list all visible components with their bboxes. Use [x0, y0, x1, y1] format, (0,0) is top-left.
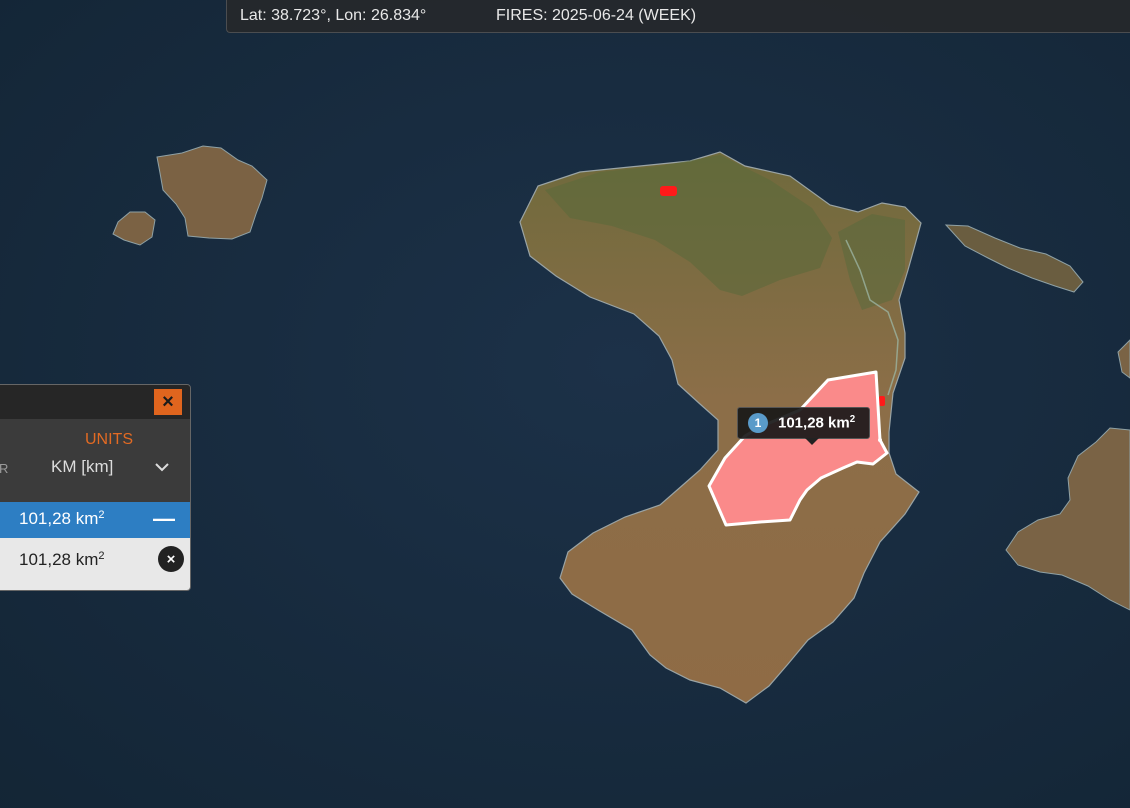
minus-icon[interactable]: — — [153, 506, 175, 532]
measure-tooltip: 1 101,28 km2 — [737, 407, 871, 445]
burn-area-vertex[interactable] — [878, 438, 882, 442]
status-bar: Lat: 38.723°, Lon: 26.834° FIRES: 2025-0… — [226, 0, 1130, 33]
measure-total-label: 101,28 km2 — [19, 509, 105, 529]
measure-index-badge: 1 — [748, 413, 768, 433]
measure-item-label: 101,28 km2 — [19, 550, 105, 570]
measure-area-label: 101,28 km2 — [778, 414, 855, 431]
close-circle-icon[interactable]: × — [158, 546, 184, 572]
measure-item-row[interactable]: 101,28 km2 × — [0, 538, 190, 590]
measure-panel: × R UNITS KM [km] 101,28 km2 — 101,28 km… — [0, 384, 191, 591]
measure-total-row[interactable]: 101,28 km2 — — [0, 502, 190, 538]
cut-off-label: R — [0, 461, 8, 476]
close-icon[interactable]: × — [154, 389, 182, 415]
measure-item-exp: 2 — [98, 550, 105, 562]
fires-date-layer[interactable]: FIRES: 2025-06-24 (WEEK) — [496, 0, 696, 32]
measure-area-exp: 2 — [849, 414, 856, 426]
cursor-coordinates: Lat: 38.723°, Lon: 26.834° — [240, 7, 427, 24]
units-label: UNITS — [85, 431, 133, 448]
units-select[interactable]: KM [km] — [51, 457, 113, 477]
tooltip-pointer — [805, 438, 819, 445]
fire-hotspot[interactable] — [660, 186, 677, 196]
measure-area-value: 101,28 km — [778, 414, 850, 432]
panel-header: × — [0, 385, 190, 419]
fire-hotspot[interactable] — [879, 396, 885, 406]
measure-item-value: 101,28 km — [19, 550, 99, 570]
measure-total-exp: 2 — [98, 509, 105, 521]
chevron-down-icon[interactable] — [155, 459, 169, 476]
measure-total-value: 101,28 km — [19, 509, 99, 529]
